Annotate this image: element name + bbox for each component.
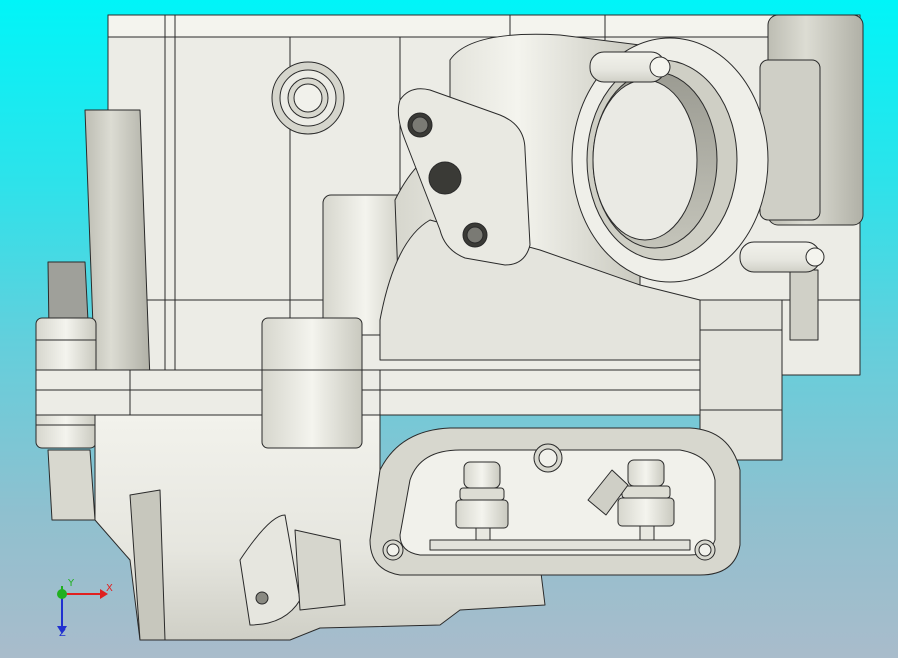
y-axis-label: Y: [68, 578, 75, 589]
deck-band: [35, 369, 782, 416]
z-axis-label: Z: [59, 628, 66, 639]
deck-boss: [261, 317, 363, 449]
x-axis-label: X: [106, 583, 113, 594]
cylinder-head-model[interactable]: [0, 0, 898, 658]
coordinate-triad: X Y Z: [46, 578, 116, 640]
y-axis-dot: [57, 589, 67, 599]
3d-viewport[interactable]: X Y Z: [0, 0, 898, 658]
